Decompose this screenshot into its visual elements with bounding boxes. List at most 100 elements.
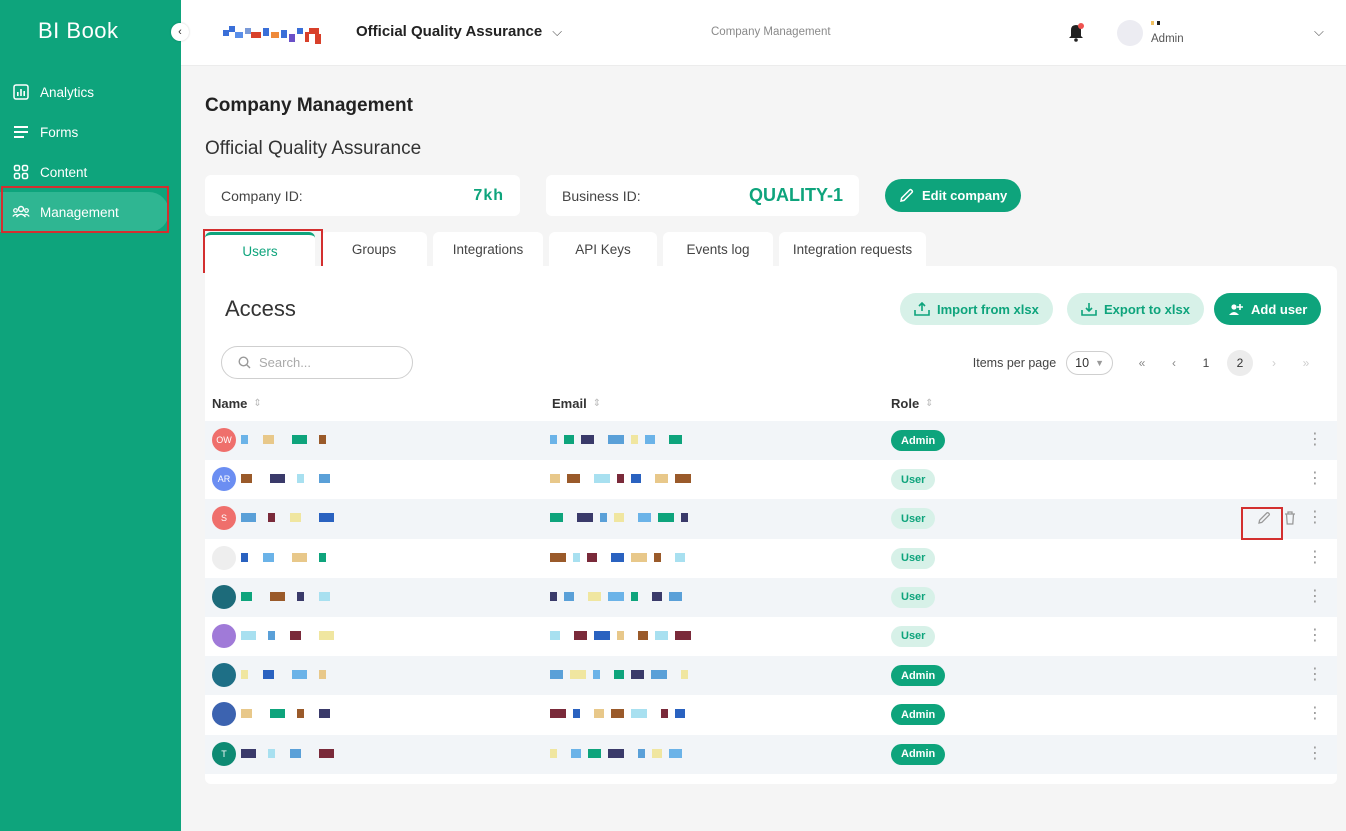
row-menu-icon[interactable]: ⋮ <box>1307 744 1323 764</box>
sidebar-item-label: Content <box>40 164 88 180</box>
search-icon <box>238 356 251 369</box>
user-menu[interactable]: Admin <box>1117 20 1184 46</box>
role-badge: Admin <box>891 743 946 765</box>
table-row[interactable]: User ⋮ <box>205 539 1337 578</box>
user-role-label: Admin <box>1151 33 1184 45</box>
user-email-redacted <box>550 670 688 680</box>
avatar <box>212 545 236 570</box>
row-menu-icon[interactable]: ⋮ <box>1307 508 1323 528</box>
avatar <box>212 702 236 727</box>
role-badge: Admin <box>891 665 946 687</box>
table-row[interactable]: User ⋮ <box>205 617 1337 656</box>
page-2-button[interactable]: 2 <box>1227 350 1253 376</box>
sidebar-item-management[interactable]: Management <box>0 192 169 232</box>
tab-events-log[interactable]: Events log <box>663 232 773 267</box>
user-name-redacted <box>241 670 326 680</box>
table-row[interactable]: User ⋮ <box>205 577 1337 617</box>
chevron-down-icon[interactable]: ⌵ <box>1314 24 1324 40</box>
role-badge: User <box>891 469 936 491</box>
column-header-name[interactable]: Name ⇕ <box>212 396 262 411</box>
table-row[interactable]: OW Admin ⋮ <box>205 421 1337 461</box>
table-row[interactable]: AR User ⋮ <box>205 460 1337 499</box>
avatar: OW <box>212 428 236 452</box>
page-1-button[interactable]: 1 <box>1195 350 1217 376</box>
user-email-redacted <box>550 474 691 484</box>
user-name-redacted <box>241 513 334 523</box>
sidebar-item-label: Management <box>40 204 119 220</box>
tab-integration-requests[interactable]: Integration requests <box>779 232 926 267</box>
last-page-button[interactable]: » <box>1295 350 1317 376</box>
user-email-redacted <box>550 709 685 719</box>
bell-icon[interactable] <box>1067 22 1085 42</box>
avatar: S <box>212 506 236 531</box>
sidebar-nav: Analytics Forms Content Management <box>0 72 181 232</box>
business-id-value: QUALITY-1 <box>748 185 843 205</box>
business-id-card: Business ID: QUALITY-1 <box>546 175 859 216</box>
search-field[interactable] <box>221 346 413 379</box>
table-row[interactable]: T Admin ⋮ <box>205 734 1337 774</box>
row-menu-icon[interactable]: ⋮ <box>1307 665 1323 685</box>
sidebar-item-content[interactable]: Content <box>0 152 181 192</box>
column-header-role[interactable]: Role ⇕ <box>891 396 934 411</box>
import-label: Import from xlsx <box>937 301 1039 317</box>
trash-icon[interactable] <box>1281 509 1299 527</box>
import-xlsx-button[interactable]: Import from xlsx <box>900 293 1053 325</box>
user-name-redacted <box>241 552 326 562</box>
company-dropdown[interactable]: Official Quality Assurance ⌵ <box>356 23 562 40</box>
company-name: Official Quality Assurance <box>205 138 422 159</box>
row-menu-icon[interactable]: ⋮ <box>1307 430 1323 450</box>
chevron-down-icon: ⌵ <box>552 23 563 39</box>
user-email-redacted <box>550 591 682 601</box>
first-page-button[interactable]: « <box>1131 350 1153 376</box>
user-name-redacted <box>1151 21 1160 25</box>
sidebar-item-forms[interactable]: Forms <box>0 112 181 152</box>
tab-users[interactable]: Users <box>205 232 315 267</box>
edit-company-label: Edit company <box>922 188 1008 203</box>
sort-icon: ⇕ <box>253 398 262 409</box>
company-id-value: 7kh <box>473 186 504 204</box>
role-badge: User <box>891 586 936 608</box>
user-email-redacted <box>550 435 682 444</box>
row-menu-icon[interactable]: ⋮ <box>1307 704 1323 724</box>
role-badge: User <box>891 508 936 530</box>
column-header-email[interactable]: Email ⇕ <box>552 396 601 411</box>
export-xlsx-button[interactable]: Export to xlsx <box>1067 293 1204 325</box>
section-title: Access <box>225 296 296 321</box>
add-user-button[interactable]: Add user <box>1214 293 1322 325</box>
tab-api-keys[interactable]: API Keys <box>549 232 657 267</box>
edit-company-button[interactable]: Edit company <box>885 179 1022 212</box>
pagination: Items per page 10 ▼ « ‹ 1 2 › » <box>973 350 1317 376</box>
user-email-redacted <box>550 513 688 523</box>
next-page-button[interactable]: › <box>1263 350 1285 376</box>
row-menu-icon[interactable]: ⋮ <box>1307 469 1323 489</box>
tab-integrations[interactable]: Integrations <box>433 232 543 267</box>
tab-bar: Users Groups Integrations API Keys Event… <box>205 232 926 267</box>
table-row[interactable]: Admin ⋮ <box>205 656 1337 696</box>
pencil-icon <box>900 188 914 202</box>
pencil-icon[interactable] <box>1255 509 1273 527</box>
row-menu-icon[interactable]: ⋮ <box>1307 587 1323 607</box>
column-header-label: Name <box>212 396 248 411</box>
avatar <box>1117 20 1143 46</box>
avatar <box>212 623 236 648</box>
row-menu-icon[interactable]: ⋮ <box>1307 626 1323 646</box>
sidebar-item-analytics[interactable]: Analytics <box>0 72 181 112</box>
row-menu-icon[interactable]: ⋮ <box>1307 548 1323 568</box>
users-table: OW Admin ⋮ AR User ⋮ S User ⋮ User ⋮ User ⋮ User ⋮ Admi… <box>205 421 1337 774</box>
user-name-redacted <box>241 709 330 719</box>
avatar <box>212 584 236 609</box>
collapse-sidebar-button[interactable]: ‹ <box>171 23 189 41</box>
table-row[interactable]: S User ⋮ <box>205 499 1337 539</box>
search-input[interactable] <box>259 355 389 370</box>
tab-groups[interactable]: Groups <box>321 232 427 267</box>
user-name-redacted <box>241 630 334 640</box>
prev-page-button[interactable]: ‹ <box>1163 350 1185 376</box>
avatar <box>212 663 236 688</box>
user-name-redacted <box>241 591 330 601</box>
role-badge: User <box>891 547 936 569</box>
items-per-page-select[interactable]: 10 ▼ <box>1066 351 1113 375</box>
list-icon <box>12 123 30 141</box>
table-row[interactable]: Admin ⋮ <box>205 695 1337 734</box>
user-name-redacted <box>241 435 326 444</box>
column-header-label: Role <box>891 396 920 411</box>
